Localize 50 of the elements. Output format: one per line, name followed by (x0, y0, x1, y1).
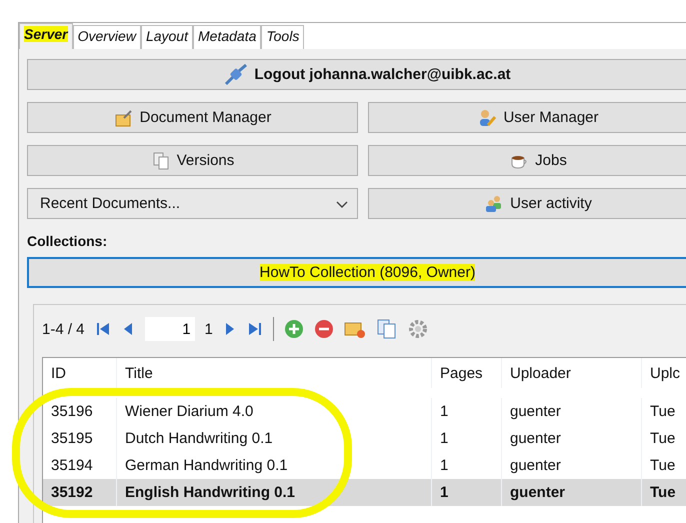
table-cell: 1 (432, 425, 502, 452)
plug-icon (224, 64, 248, 86)
column-header[interactable]: Title (117, 358, 432, 388)
table-cell: guenter (502, 479, 642, 506)
table-row[interactable]: 35196 Wiener Diarium 4.0 1 guenter Tue (43, 398, 686, 425)
page-field[interactable]: 1 (144, 317, 195, 341)
tab[interactable]: Server (19, 23, 73, 49)
last-page-icon[interactable] (246, 321, 263, 337)
toolbar-button[interactable]: User activity (368, 188, 686, 219)
page-total: 1 (204, 320, 213, 338)
copy-icon[interactable] (376, 318, 398, 340)
toolbar-button[interactable]: Jobs (368, 145, 686, 176)
table-cell: guenter (502, 398, 642, 425)
column-header[interactable]: Uploader (502, 358, 642, 388)
collections-label: Collections: (27, 233, 108, 249)
table-cell: Tue (642, 479, 686, 506)
collection-button[interactable]: HowTo Collection (8096, Owner) (27, 257, 686, 288)
gear-icon[interactable] (408, 318, 430, 340)
toolbar-button[interactable]: Document Manager (27, 102, 358, 133)
add-icon[interactable] (284, 319, 304, 339)
table-cell: English Handwriting 0.1 (117, 479, 432, 506)
toolbar-button[interactable]: User Manager (368, 102, 686, 133)
range-label: 1-4 / 4 (42, 320, 85, 338)
tab[interactable]: Metadata (193, 25, 262, 49)
first-page-icon[interactable] (94, 321, 111, 337)
tab[interactable]: Layout (140, 25, 193, 49)
table-cell: 35195 (43, 425, 117, 452)
table-row[interactable]: 35192 English Handwriting 0.1 1 guenter Tue (43, 479, 686, 506)
user-edit-icon (477, 108, 498, 128)
table-cell: Tue (642, 425, 686, 452)
recent-documents-dropdown[interactable]: Recent Documents... (27, 188, 358, 219)
tab[interactable]: Tools (261, 25, 304, 49)
table-cell: 35192 (43, 479, 117, 506)
column-header[interactable]: ID (43, 358, 117, 388)
table-row[interactable]: 35195 Dutch Handwriting 0.1 1 guenter Tue (43, 425, 686, 452)
table-cell: Wiener Diarium 4.0 (117, 398, 432, 425)
copies-icon (150, 150, 171, 170)
column-header[interactable]: Uplc (642, 358, 686, 388)
toolbar-button[interactable]: Versions (27, 145, 358, 176)
folder-edit-icon (114, 108, 134, 128)
table-cell: 1 (432, 398, 502, 425)
tab[interactable]: Overview (72, 25, 141, 49)
table-cell: guenter (502, 425, 642, 452)
logout-button[interactable]: Logout johanna.walcher@uibk.ac.at (27, 59, 686, 90)
remove-icon[interactable] (314, 319, 334, 339)
table-cell: Dutch Handwriting 0.1 (117, 425, 432, 452)
table-cell: 1 (432, 479, 502, 506)
table-cell: 35196 (43, 398, 117, 425)
column-header[interactable]: Pages (432, 358, 502, 388)
table-cell: Tue (642, 398, 686, 425)
